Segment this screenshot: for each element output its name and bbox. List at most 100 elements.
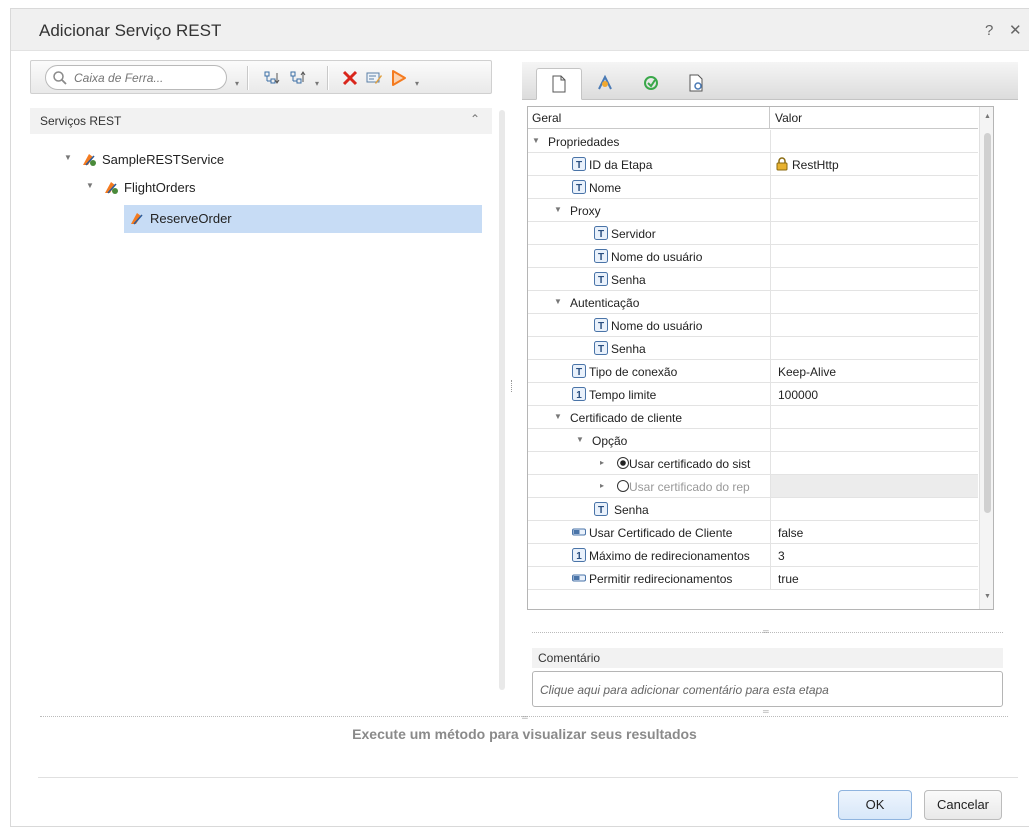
expand-arrow-icon[interactable]: ▼ [86, 181, 94, 190]
collapse-all-icon[interactable] [289, 69, 307, 87]
radio-selected-icon[interactable] [616, 456, 630, 470]
grid-row[interactable]: T Senha [528, 268, 978, 291]
grid-row[interactable]: ▸ Usar certificado do rep [528, 475, 978, 498]
grid-row-label: Tipo de conexão [589, 365, 678, 379]
toolbox-search-input[interactable] [74, 70, 214, 86]
grid-value-cell[interactable] [770, 452, 978, 474]
tree-node-flightorders[interactable]: ▼ FlightOrders [86, 177, 386, 199]
scroll-down-icon[interactable]: ▼ [984, 593, 991, 600]
grid-row-label: Usar certificado do sist [629, 457, 751, 471]
grid-value-cell[interactable] [770, 130, 978, 152]
toolbox-search[interactable] [45, 65, 227, 90]
tab-events[interactable] [628, 68, 674, 100]
grid-value-cell[interactable] [770, 176, 978, 198]
tab-checkpoints[interactable] [582, 68, 628, 100]
grid-row[interactable]: 1 Máximo de redirecionamentos 3 [528, 544, 978, 567]
comment-field[interactable]: Clique aqui para adicionar comentário pa… [532, 671, 1003, 707]
grid-value-cell[interactable] [770, 406, 978, 428]
grid-row[interactable]: ▼ Certificado de cliente [528, 406, 978, 429]
tab-documentation[interactable] [674, 68, 720, 100]
grid-row-label: Usar Certificado de Cliente [589, 526, 733, 540]
tree-dropdown-icon[interactable]: ▾ [315, 79, 319, 88]
grid-row[interactable]: ▼ Proxy [528, 199, 978, 222]
grid-value-cell[interactable] [770, 268, 978, 290]
grid-value-cell[interactable] [770, 544, 978, 566]
grid-row-label: Senha [611, 273, 646, 287]
ok-button[interactable]: OK [838, 790, 912, 820]
grid-row[interactable]: T Nome [528, 176, 978, 199]
close-icon[interactable]: ✕ [1009, 21, 1022, 39]
scroll-up-icon[interactable]: ▲ [984, 113, 991, 120]
grid-scroll-thumb[interactable] [984, 133, 991, 513]
expand-arrow-icon[interactable]: ▸ [600, 458, 604, 467]
vertical-splitter[interactable] [511, 380, 513, 392]
collapse-arrow-icon[interactable]: ▼ [532, 136, 540, 145]
radio-unselected-icon[interactable] [616, 479, 630, 493]
grid-row[interactable]: T Servidor [528, 222, 978, 245]
grid-row-value: false [778, 526, 804, 540]
help-icon[interactable]: ? [985, 22, 993, 39]
tree-node-samplerestservice[interactable]: ▼ SampleRESTService [64, 149, 364, 171]
collapse-arrow-icon[interactable]: ▼ [554, 205, 562, 214]
tab-properties[interactable] [536, 68, 582, 100]
splitter-grip-icon[interactable]: ═ [763, 707, 771, 716]
grid-value-cell[interactable] [770, 567, 978, 589]
events-icon [644, 76, 658, 90]
grid-row-label: Máximo de redirecionamentos [589, 549, 750, 563]
collapse-arrow-icon[interactable]: ▼ [554, 297, 562, 306]
tree-node-reserveorder[interactable]: ReserveOrder [124, 205, 482, 233]
grid-value-cell[interactable] [770, 245, 978, 267]
grid-row[interactable]: ▼ Propriedades [528, 130, 978, 153]
splitter-grip-icon[interactable]: ═ [763, 627, 771, 636]
grid-row[interactable]: 1 Tempo limite 100000 [528, 383, 978, 406]
tree-node-label: SampleRESTService [102, 152, 225, 167]
grid-row-value: Keep-Alive [778, 365, 837, 379]
svg-text:T: T [598, 344, 604, 355]
grid-value-cell[interactable] [770, 291, 978, 313]
grid-value-cell[interactable] [770, 475, 978, 497]
expand-all-icon[interactable] [263, 69, 281, 87]
grid-value-cell[interactable] [770, 199, 978, 221]
rest-resource-icon [105, 182, 118, 194]
search-dropdown-icon[interactable]: ▾ [235, 79, 239, 88]
collapse-arrow-icon[interactable]: ▼ [554, 412, 562, 421]
grid-row[interactable]: T Nome do usuário [528, 314, 978, 337]
grid-row[interactable]: ▼ Opção [528, 429, 978, 452]
actions-dropdown-icon[interactable]: ▾ [415, 79, 419, 88]
grid-value-cell[interactable] [770, 314, 978, 336]
grid-row-label: Senha [611, 342, 646, 356]
grid-row[interactable]: T ID da Etapa RestHttp [528, 153, 978, 176]
delete-icon[interactable] [341, 69, 359, 87]
grid-row-value: 3 [778, 549, 785, 563]
grid-row[interactable]: Permitir redirecionamentos true [528, 567, 978, 590]
grid-row-label: Senha [614, 503, 649, 517]
collapse-panel-icon[interactable]: ⌃ [470, 112, 480, 126]
grid-row[interactable]: T Tipo de conexão Keep-Alive [528, 360, 978, 383]
svg-text:T: T [576, 160, 582, 171]
splitter-grip-icon[interactable]: ═ [522, 713, 530, 722]
expand-arrow-icon[interactable]: ▸ [600, 481, 604, 490]
grid-value-cell[interactable] [770, 337, 978, 359]
expand-arrow-icon[interactable]: ▼ [64, 153, 72, 162]
grid-scrollbar[interactable]: ▲ ▼ [979, 107, 993, 609]
grid-row[interactable]: T Senha [528, 337, 978, 360]
cancel-button[interactable]: Cancelar [924, 790, 1002, 820]
text-type-icon: T [594, 226, 608, 240]
grid-row[interactable]: ▸ Usar certificado do sist [528, 452, 978, 475]
edit-icon[interactable] [365, 69, 383, 87]
grid-header: Geral Valor [528, 107, 978, 129]
grid-row[interactable]: ▼ Autenticação [528, 291, 978, 314]
collapse-arrow-icon[interactable]: ▼ [576, 435, 584, 444]
grid-value-cell[interactable] [770, 429, 978, 451]
grid-value-cell[interactable] [770, 498, 978, 520]
svg-text:T: T [598, 505, 604, 516]
run-icon[interactable] [389, 69, 407, 87]
grid-value-cell[interactable] [770, 222, 978, 244]
left-scrollbar[interactable] [499, 110, 505, 690]
text-type-icon: T [594, 272, 608, 286]
boolean-type-icon [572, 528, 586, 536]
grid-row[interactable]: T Senha [528, 498, 978, 521]
grid-row[interactable]: Usar Certificado de Cliente false [528, 521, 978, 544]
number-type-icon: 1 [572, 548, 586, 562]
grid-row[interactable]: T Nome do usuário [528, 245, 978, 268]
